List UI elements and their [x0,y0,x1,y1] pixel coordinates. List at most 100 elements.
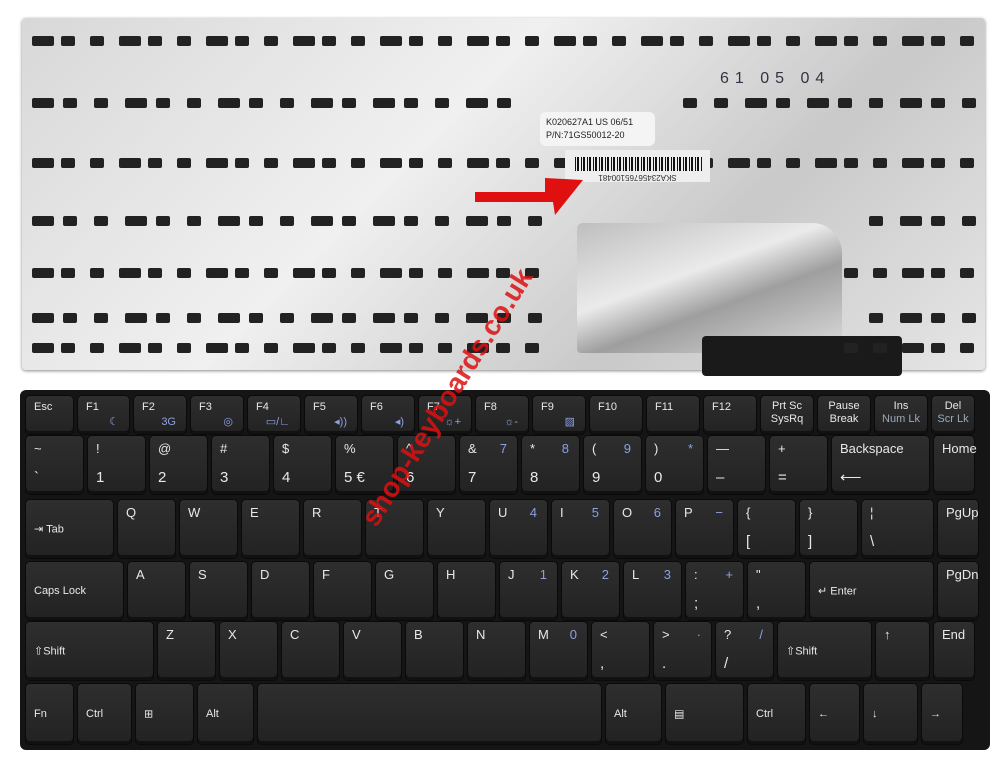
key-f8[interactable]: F8 ☼- [476,396,528,434]
key-pause[interactable]: Pause Break [818,396,870,434]
key-f3[interactable]: F3 ◎ [191,396,243,434]
key-key0[interactable]: ~ ` [26,436,83,494]
key-c[interactable]: C [282,622,339,680]
key-key10[interactable]: → [922,684,962,744]
key-pgup[interactable]: PgUp [938,500,979,558]
key-key7[interactable]: & 7 7 [460,436,517,494]
key-key3[interactable]: #3 [212,436,269,494]
key-key9[interactable]: >. · [654,622,711,680]
ribbon-cable [577,223,842,353]
key-del[interactable]: Del Scr Lk [932,396,974,434]
plate-hole [900,98,922,108]
key-f6[interactable]: F6 ◂) [362,396,414,434]
key-key8[interactable]: * 8 8 [522,436,579,494]
key-f4[interactable]: F4 ▭/∟ [248,396,300,434]
key-q[interactable]: Q [118,500,175,558]
key-key12[interactable]: + = [770,436,827,494]
key-b[interactable]: B [406,622,463,680]
key-label: F6 [370,401,383,413]
plate-hole [869,313,883,323]
key-key2[interactable]: @2 [150,436,207,494]
key-w[interactable]: W [180,500,237,558]
key-label: Pause [828,400,860,412]
key-key2[interactable]: ⊞ [136,684,193,744]
key-backspace[interactable]: Backspace ⟵ [832,436,929,494]
key-key9[interactable]: ↓ [864,684,917,744]
key-x[interactable]: X [220,622,277,680]
key-pgdn[interactable]: PgDn [938,562,979,620]
key-ctrl[interactable]: Ctrl [78,684,131,744]
key-ctrl[interactable]: Ctrl [748,684,805,744]
key-y[interactable]: Y [428,500,485,558]
key-k[interactable]: K2 [562,562,619,620]
key-i[interactable]: I5 [552,500,609,558]
key-z[interactable]: Z [158,622,215,680]
key-p[interactable]: P − [676,500,733,558]
key-end[interactable]: End [934,622,974,680]
key-f[interactable]: F [314,562,371,620]
key-f12[interactable]: F12 [704,396,756,434]
key-fn[interactable]: Fn [26,684,73,744]
key-key9[interactable]: (9 9 [584,436,641,494]
key-key1[interactable]: ! 1 [88,436,145,494]
key-key10[interactable]: ) 0 * [646,436,703,494]
key-m[interactable]: M0 [530,622,587,680]
plate-hole [404,313,418,323]
key-f1[interactable]: F1 ☾ [78,396,129,434]
key-caps-lock[interactable]: Caps Lock [26,562,123,620]
key-key6[interactable]: ▤ [666,684,743,744]
sticker-line2: P/N:71GS50012-20 [546,130,625,140]
plate-hole [119,36,141,46]
key-e[interactable]: E [242,500,299,558]
key-l[interactable]: L3 [624,562,681,620]
key-d[interactable]: D [252,562,309,620]
key-f9[interactable]: F9 ▨ [533,396,585,434]
key-key10[interactable]: ? / / [716,622,773,680]
key-key4[interactable]: $4 [274,436,331,494]
key-ins[interactable]: Ins Num Lk [875,396,927,434]
key-v[interactable]: V [344,622,401,680]
key-alt[interactable]: Alt [606,684,661,744]
plate-hole [931,158,945,168]
key-key12[interactable]: }] [800,500,857,558]
key-f5[interactable]: F5 ◂)) [305,396,357,434]
key-home[interactable]: Home [934,436,977,494]
key-key11[interactable]: — – [708,436,765,494]
key-label: ↑ [884,627,891,642]
key-h[interactable]: H [438,562,495,620]
key-space[interactable] [258,684,601,744]
key-label: : [694,567,698,582]
key-o[interactable]: O6 [614,500,671,558]
key-key8[interactable]: <, [592,622,649,680]
key-key8[interactable]: ← [810,684,859,744]
key-f2[interactable]: F2 3G [134,396,186,434]
key-prt-sc[interactable]: Prt Sc SysRq [761,396,813,434]
key-label: ◂) [394,416,404,428]
key-a[interactable]: A [128,562,185,620]
key-key13[interactable]: ¦ \ [862,500,933,558]
key-tab[interactable]: ⇥ Tab [26,500,113,558]
key-label: 7 [468,469,477,486]
key-esc[interactable]: Esc [26,396,73,434]
key-label: E [250,505,259,520]
key-j[interactable]: J1 [500,562,557,620]
key-u[interactable]: U4 [490,500,547,558]
key-g[interactable]: G [376,562,433,620]
key-alt[interactable]: Alt [198,684,253,744]
key-key12[interactable]: ↑ [876,622,929,680]
key-label: ? [724,627,732,642]
key-shift[interactable]: ⇧Shift [778,622,871,680]
key-f10[interactable]: F10 [590,396,642,434]
key-enter[interactable]: ↵ Enter [810,562,933,620]
key-r[interactable]: R [304,500,361,558]
key-key11[interactable]: {[ [738,500,795,558]
key-shift[interactable]: ⇧Shift [26,622,153,680]
plate-hole [699,36,713,46]
key-key10[interactable]: :; + [686,562,743,620]
key-key11[interactable]: ", [748,562,805,620]
key-label: 3 [663,567,671,582]
key-n[interactable]: N [468,622,525,680]
key-f11[interactable]: F11 [647,396,699,434]
key-s[interactable]: S [190,562,247,620]
plate-hole [94,98,108,108]
